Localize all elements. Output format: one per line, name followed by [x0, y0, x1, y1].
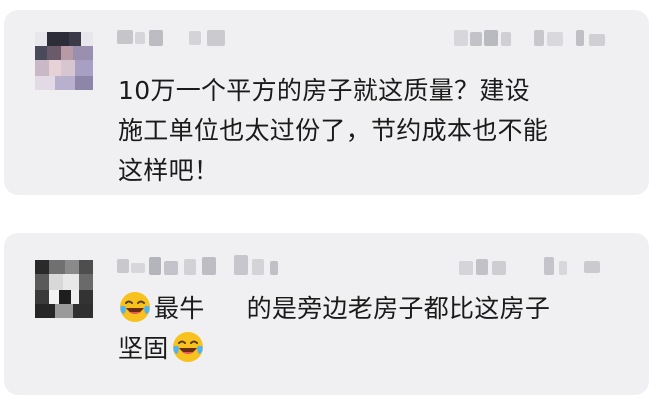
comment-line: 10万一个平方的房子就这质量？建设	[118, 76, 530, 105]
avatar[interactable]	[35, 260, 93, 318]
laughing-crying-emoji-icon	[172, 332, 203, 362]
comment-line: 坚固	[118, 329, 625, 369]
comment-text: 10万一个平方的房子就这质量？建设 施工单位也太过份了，节约成本也不能 这样吧！	[118, 71, 625, 191]
comment-card[interactable]: 最牛 的是旁边老房子都比这房子 坚固	[4, 233, 649, 395]
comment-text-part: 的是旁边老房子都比这房子	[246, 294, 551, 323]
comment-text-part: 坚固	[118, 334, 169, 363]
comment-line: 这样吧！	[118, 156, 220, 185]
comment-text: 最牛 的是旁边老房子都比这房子 坚固	[118, 289, 625, 369]
comment-line: 施工单位也太过份了，节约成本也不能	[118, 116, 549, 145]
comment-card[interactable]: 10万一个平方的房子就这质量？建设 施工单位也太过份了，节约成本也不能 这样吧！	[4, 10, 649, 195]
comment-line: 最牛 的是旁边老房子都比这房子	[118, 289, 625, 329]
laughing-crying-emoji-icon	[120, 292, 150, 322]
avatar[interactable]	[35, 32, 93, 90]
comment-feed: 10万一个平方的房子就这质量？建设 施工单位也太过份了，节约成本也不能 这样吧！	[0, 0, 660, 401]
comment-text-part: 最牛	[154, 294, 205, 323]
